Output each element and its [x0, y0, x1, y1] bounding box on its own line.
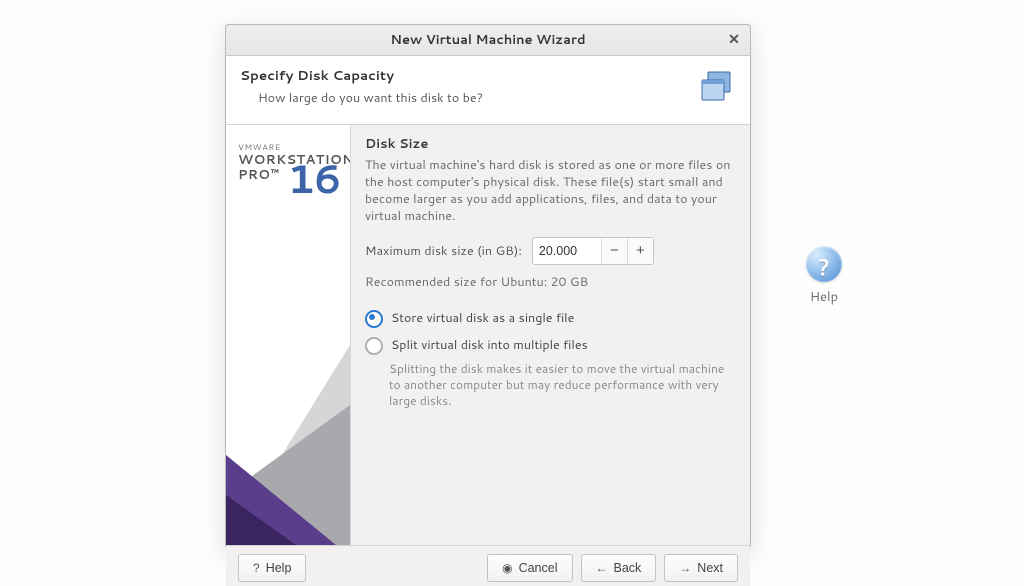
disk-size-label: Maximum disk size (in GB): — [365, 242, 522, 260]
cancel-icon: ◉ — [502, 561, 512, 575]
wizard-content: Disk Size The virtual machine's hard dis… — [351, 125, 750, 545]
wizard-window: New Virtual Machine Wizard ✕ Specify Dis… — [225, 24, 751, 549]
page-title: Specify Disk Capacity — [240, 66, 736, 85]
plus-icon: + — [636, 242, 645, 259]
recommended-size: Recommended size for Ubuntu: 20 GB — [365, 273, 734, 291]
wizard-footer: ? Help ◉ Cancel ← Back → Next — [226, 545, 750, 586]
window-close-button[interactable]: ✕ — [724, 30, 744, 50]
desktop-help-launcher[interactable]: Help — [802, 246, 846, 306]
disk-size-decrement[interactable]: − — [601, 238, 627, 264]
branding-version: 16 — [287, 149, 340, 206]
option-single-file[interactable]: Store virtual disk as a single file — [365, 309, 734, 328]
window-title: New Virtual Machine Wizard — [390, 31, 585, 49]
disk-size-input[interactable] — [533, 238, 601, 264]
disk-icon — [698, 70, 738, 106]
next-button[interactable]: → Next — [664, 554, 738, 582]
disk-description: The virtual machine's hard disk is store… — [365, 157, 734, 225]
desktop-help-label: Help — [802, 288, 846, 306]
radio-unchecked-icon — [365, 337, 383, 355]
minus-icon: − — [610, 242, 619, 259]
option-single-label: Store virtual disk as a single file — [391, 309, 574, 327]
disk-size-stepper: − + — [532, 237, 654, 265]
close-icon: ✕ — [728, 29, 740, 49]
arrow-left-icon: ← — [596, 561, 608, 575]
cancel-button[interactable]: ◉ Cancel — [487, 554, 572, 582]
disk-size-increment[interactable]: + — [627, 238, 653, 264]
help-icon: ? — [253, 561, 260, 575]
branding-panel: VMWARE WORKSTATION PRO™ 16 — [226, 125, 351, 545]
option-split-label: Split virtual disk into multiple files — [391, 336, 588, 354]
section-title: Disk Size — [365, 135, 734, 153]
radio-checked-icon — [365, 310, 383, 328]
branding-graphic — [226, 265, 350, 545]
arrow-right-icon: → — [679, 561, 691, 575]
back-button[interactable]: ← Back — [581, 554, 657, 582]
wizard-header: Specify Disk Capacity How large do you w… — [226, 56, 750, 125]
page-subtitle: How large do you want this disk to be? — [258, 89, 736, 107]
option-split-description: Splitting the disk makes it easier to mo… — [389, 361, 734, 410]
help-button[interactable]: ? Help — [238, 554, 306, 582]
help-icon — [806, 246, 842, 282]
titlebar[interactable]: New Virtual Machine Wizard ✕ — [226, 25, 750, 56]
option-split-files[interactable]: Split virtual disk into multiple files — [365, 336, 734, 355]
